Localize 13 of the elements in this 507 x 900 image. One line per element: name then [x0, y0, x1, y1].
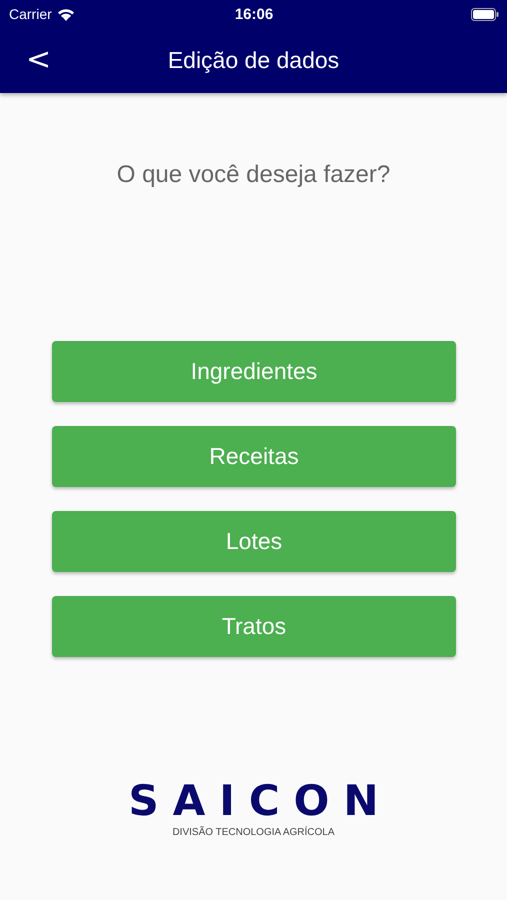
- status-time: 16:06: [234, 6, 274, 22]
- screen-title: Edição de dados: [168, 47, 340, 74]
- menu-button[interactable]: Ingredientes: [52, 341, 456, 402]
- logo-wordmark: SAICON: [128, 779, 393, 823]
- battery-icon: [471, 8, 499, 20]
- question-text: O que você deseja fazer?: [116, 161, 392, 189]
- menu-button[interactable]: Tratos: [52, 596, 456, 657]
- carrier-label: Carrier: [9, 6, 52, 22]
- menu-button[interactable]: Receitas: [52, 426, 456, 487]
- back-button[interactable]: <: [22, 42, 56, 78]
- wifi-icon: [56, 8, 75, 20]
- logo-tagline: DIVISÃO TECNOLOGIA AGRÍCOLA: [172, 827, 335, 838]
- menu-button[interactable]: Lotes: [52, 511, 456, 572]
